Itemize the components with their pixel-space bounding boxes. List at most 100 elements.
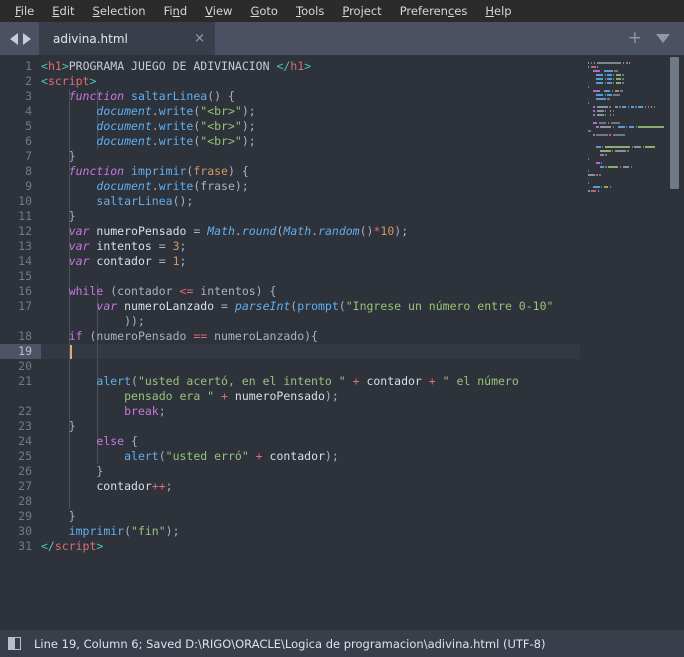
code-line[interactable]: document.write("<br>"); [41, 134, 684, 149]
arrow-right-icon[interactable] [23, 32, 31, 45]
panel-toggle-icon[interactable] [8, 637, 21, 650]
code-line[interactable]: var numeroLanzado = parseInt(prompt("Ing… [41, 299, 684, 314]
code-token: "usted acertó, en el intento " [137, 374, 346, 388]
code-line[interactable]: imprimir("fin"); [41, 524, 684, 539]
new-tab-icon[interactable]: + [628, 30, 642, 47]
code-token: ); [241, 134, 256, 148]
code-line[interactable]: var contador = 1; [41, 254, 684, 269]
menu-item-preferences[interactable]: Preferences [391, 0, 477, 22]
code-line[interactable]: document.write("<br>"); [41, 119, 684, 134]
code-line[interactable]: alert("usted erró" + contador); [41, 449, 684, 464]
code-line[interactable]: saltarLinea(); [41, 194, 684, 209]
menu-item-find[interactable]: Find [155, 0, 197, 22]
code-token: < [41, 74, 48, 88]
tab-bar: adivina.html × + [0, 22, 684, 55]
code-line[interactable]: <script> [41, 74, 684, 89]
editor-area[interactable]: 1 2 3 4 5 6 7 8 9 10 11 12 13 14 15 16 17 18 19 20 21 22 23 24 2… [0, 55, 684, 630]
code-token: 3 [172, 239, 180, 253]
code-token: prompt [297, 299, 339, 313]
code-token: h1 [290, 59, 305, 73]
code-token: numeroLanzado [117, 299, 222, 313]
code-line[interactable] [41, 269, 684, 284]
tab-adivina-html[interactable]: adivina.html × [39, 22, 215, 55]
code-token: contador [41, 479, 152, 493]
line-number-16: 16 [18, 284, 32, 298]
code-line[interactable]: </script> [41, 539, 684, 554]
code-line[interactable]: var intentos = 3; [41, 239, 684, 254]
code-line[interactable]: var numeroPensado = Math.round(Math.rand… [41, 224, 684, 239]
code-token: } [41, 209, 76, 223]
code-line[interactable]: document.write("<br>"); [41, 104, 684, 119]
code-token: (contador [103, 284, 180, 298]
code-token: script [47, 74, 90, 88]
code-canvas[interactable]: <h1>PROGRAMA JUEGO DE ADIVINACION </h1> <… [41, 55, 684, 630]
code-line[interactable]: alert("usted acertó, en el intento " + c… [41, 374, 684, 389]
code-line[interactable]: )); [41, 314, 684, 329]
code-token: () { [207, 89, 235, 103]
code-token: contador [89, 254, 159, 268]
code-line[interactable]: pensado era " + numeroPensado); [41, 389, 684, 404]
menu-item-file[interactable]: File [6, 0, 43, 22]
menu-item-edit[interactable]: Edit [43, 0, 83, 22]
code-token: var [68, 254, 90, 268]
chevron-down-icon[interactable] [656, 34, 670, 43]
code-token: == [193, 329, 208, 343]
line-number-14: 14 [18, 254, 32, 268]
code-line[interactable] [41, 344, 684, 359]
code-token: + [248, 449, 270, 463]
code-token: contador [269, 449, 325, 463]
code-line[interactable]: break; [41, 404, 684, 419]
code-token: . [151, 179, 159, 193]
code-line[interactable] [41, 359, 684, 374]
code-line[interactable]: function imprimir(frase) { [41, 164, 684, 179]
menu-item-project[interactable]: Project [333, 0, 390, 22]
code-token: PROGRAMA JUEGO DE ADIVINACION [68, 59, 277, 73]
code-line[interactable] [41, 494, 684, 509]
code-line[interactable]: document.write(frase); [41, 179, 684, 194]
code-line[interactable]: } [41, 209, 684, 224]
code-token: ); [241, 119, 256, 133]
menu-item-goto[interactable]: Goto [241, 0, 287, 22]
code-line[interactable]: else { [41, 434, 684, 449]
code-line[interactable]: if (numeroPensado == numeroLanzado){ [41, 329, 684, 344]
code-token: ( [124, 524, 132, 538]
menu-item-help[interactable]: Help [476, 0, 520, 22]
code-token: saltarLinea [131, 89, 208, 103]
arrow-left-icon[interactable] [10, 32, 18, 45]
menu-item-view[interactable]: View [196, 0, 241, 22]
source-code[interactable]: <h1>PROGRAMA JUEGO DE ADIVINACION </h1> <… [41, 59, 684, 554]
close-icon[interactable]: × [194, 32, 205, 45]
code-line[interactable]: } [41, 149, 684, 164]
code-token: var [96, 299, 118, 313]
line-number-17: 17 [18, 299, 32, 313]
code-line[interactable]: function saltarLinea() { [41, 89, 684, 104]
code-line[interactable]: contador++; [41, 479, 684, 494]
code-token: parseInt [234, 299, 291, 313]
code-line[interactable]: } [41, 464, 684, 479]
tab-nav-arrows[interactable] [0, 22, 39, 55]
line-number-24: 24 [18, 434, 32, 448]
code-token: ( [158, 449, 166, 463]
code-token: = [221, 299, 228, 313]
code-token: . [151, 104, 159, 118]
code-line[interactable]: <h1>PROGRAMA JUEGO DE ADIVINACION </h1> [41, 59, 684, 74]
menu-item-tools[interactable]: Tools [287, 0, 333, 22]
tab-bar-spacer [215, 22, 628, 55]
code-line[interactable]: while (contador <= intentos) { [41, 284, 684, 299]
code-token: "Ingrese un número entre 0-10" [345, 299, 554, 313]
code-line[interactable]: } [41, 419, 684, 434]
code-token: + [421, 374, 443, 388]
code-line[interactable]: } [41, 509, 684, 524]
code-token: ); [241, 104, 256, 118]
menu-item-selection[interactable]: Selection [84, 0, 155, 22]
code-token: + [214, 389, 235, 403]
